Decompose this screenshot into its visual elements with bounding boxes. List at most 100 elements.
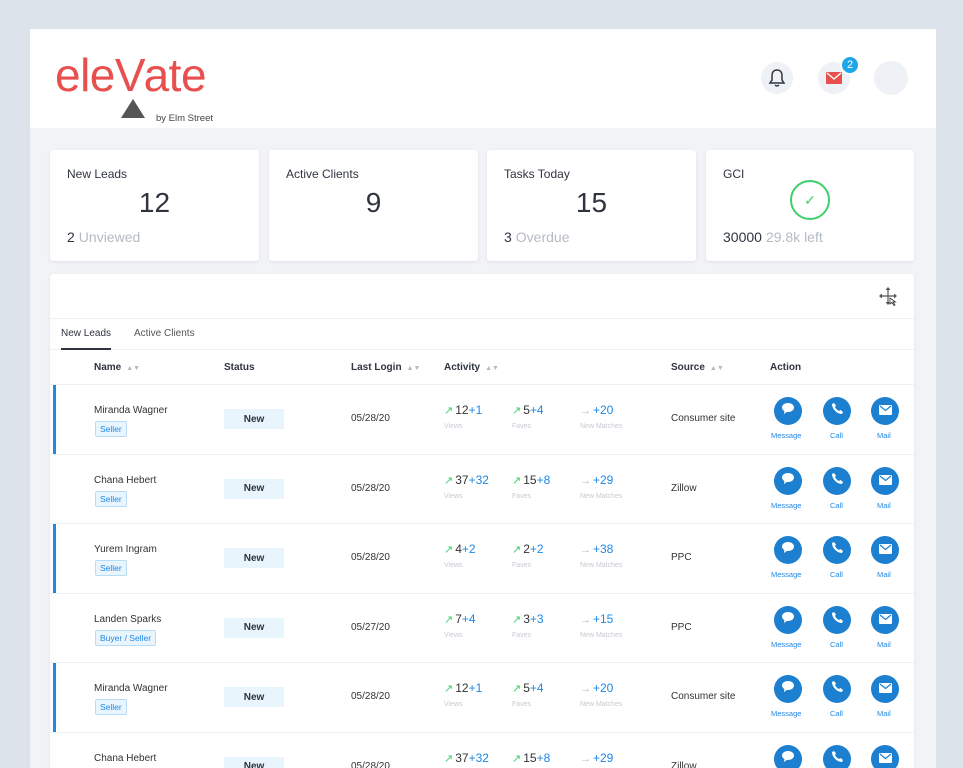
user-avatar[interactable]	[874, 61, 908, 95]
table-header: Name ▲▼ Status Last Login ▲▼ Activity ▲▼ So…	[50, 350, 914, 385]
move-cursor-icon[interactable]	[878, 286, 898, 306]
tab-active-clients[interactable]: Active Clients	[134, 328, 195, 339]
envelope-icon	[878, 402, 892, 420]
call-button[interactable]	[823, 605, 851, 634]
new-leads-card[interactable]: New Leads 12 2 Unviewed	[50, 150, 259, 261]
column-source-header[interactable]: Source ▲▼	[671, 362, 724, 373]
chat-bubble-icon	[781, 750, 795, 768]
table-row[interactable]: Landen Sparks Buyer / Seller New 05/27/2…	[50, 594, 914, 663]
leads-table-body: Miranda Wagner Seller New 05/28/20 ↗ 12+1…	[50, 385, 914, 768]
call-label[interactable]: Call	[830, 709, 843, 718]
lead-name[interactable]: Chana Hebert	[94, 753, 156, 764]
trend-up-icon: ↗	[512, 474, 522, 487]
matches-stat: → +38	[580, 542, 613, 556]
message-label[interactable]: Message	[771, 640, 801, 649]
column-label: Activity	[444, 362, 481, 373]
trend-up-icon: ↗	[444, 613, 454, 626]
matches-stat: → +20	[580, 403, 613, 417]
table-row[interactable]: Miranda Wagner Seller New 05/28/20 ↗ 12+1…	[50, 663, 914, 733]
column-name-header[interactable]: Name ▲▼	[94, 362, 140, 373]
matches-stat: → +20	[580, 681, 613, 695]
active-clients-card[interactable]: Active Clients 9	[269, 150, 478, 261]
logo-triangle	[121, 99, 145, 118]
messages-count-badge: 2	[840, 55, 860, 75]
table-row[interactable]: Miranda Wagner Seller New 05/28/20 ↗ 12+1…	[50, 385, 914, 455]
mail-label[interactable]: Mail	[877, 640, 891, 649]
trend-up-icon: ↗	[444, 474, 454, 487]
message-button[interactable]	[774, 536, 802, 564]
call-button[interactable]	[823, 675, 851, 703]
card-subtext: 3 Overdue	[504, 229, 570, 245]
message-button[interactable]	[774, 675, 802, 703]
call-button[interactable]	[823, 536, 851, 564]
matches-delta: +20	[593, 403, 614, 417]
lead-type-tag: Buyer / Seller	[95, 629, 157, 646]
views-delta: +4	[461, 611, 476, 626]
message-label[interactable]: Message	[771, 570, 801, 579]
call-label[interactable]: Call	[830, 570, 843, 579]
call-button[interactable]	[823, 744, 851, 768]
call-label[interactable]: Call	[830, 431, 843, 440]
lead-name[interactable]: Miranda Wagner	[94, 683, 168, 694]
lead-name[interactable]: Yurem Ingram	[94, 544, 157, 555]
call-label[interactable]: Call	[830, 501, 843, 510]
faves-count: 5	[523, 403, 530, 417]
message-button[interactable]	[774, 466, 802, 495]
mail-button[interactable]	[871, 744, 899, 768]
views-delta: +32	[468, 750, 489, 765]
faves-delta: +3	[529, 611, 544, 626]
mail-button[interactable]	[871, 536, 899, 564]
mail-button[interactable]	[871, 397, 899, 425]
message-label[interactable]: Message	[771, 431, 801, 440]
mail-label[interactable]: Mail	[877, 501, 891, 510]
sort-icon: ▲▼	[126, 365, 141, 372]
card-sub-label: Overdue	[515, 229, 570, 245]
matches-label: New Matches	[580, 562, 623, 569]
tab-new-leads[interactable]: New Leads	[61, 328, 111, 339]
lead-name[interactable]: Chana Hebert	[94, 475, 156, 486]
elevate-logo[interactable]: eleVate by Elm Street	[55, 47, 225, 124]
status-badge: New	[224, 687, 284, 707]
mail-button[interactable]	[871, 605, 899, 634]
message-button[interactable]	[774, 605, 802, 634]
views-stat: ↗ 4+2	[444, 542, 476, 556]
call-label[interactable]: Call	[830, 640, 843, 649]
call-button[interactable]	[823, 466, 851, 495]
message-button[interactable]	[774, 744, 802, 768]
mail-label[interactable]: Mail	[877, 431, 891, 440]
views-stat: ↗ 37+32	[444, 473, 489, 487]
mail-label[interactable]: Mail	[877, 570, 891, 579]
table-row[interactable]: Yurem Ingram Seller New 05/28/20 ↗ 4+2 Vi…	[50, 524, 914, 594]
message-label[interactable]: Message	[771, 501, 801, 510]
top-header: eleVate by Elm Street 2	[30, 29, 936, 128]
lead-source: PPC	[671, 621, 692, 633]
arrow-right-icon: →	[580, 474, 591, 487]
message-button[interactable]	[774, 397, 802, 425]
mail-button[interactable]	[871, 466, 899, 495]
status-badge: New	[224, 548, 284, 568]
chat-bubble-icon	[781, 472, 795, 490]
mail-button[interactable]	[871, 675, 899, 703]
lead-source: Zillow	[671, 760, 697, 768]
gci-card[interactable]: GCI ✓ 30000 29.8k left	[706, 150, 914, 261]
last-login-date: 05/28/20	[351, 760, 390, 768]
tasks-today-card[interactable]: Tasks Today 15 3 Overdue	[487, 150, 696, 261]
call-button[interactable]	[823, 397, 851, 425]
column-activity-header[interactable]: Activity ▲▼	[444, 362, 499, 373]
lead-name[interactable]: Miranda Wagner	[94, 405, 168, 416]
card-sub-value: 2	[67, 229, 75, 245]
card-sub-label: Unviewed	[78, 229, 141, 245]
table-row[interactable]: Chana Hebert Seller New 05/28/20 ↗37+32 …	[50, 455, 914, 524]
views-count: 37	[455, 750, 469, 765]
notifications-button[interactable]	[761, 62, 793, 94]
table-row[interactable]: Chana Hebert Seller New 05/28/20 ↗37+32 …	[50, 733, 914, 768]
message-label[interactable]: Message	[771, 709, 801, 718]
column-last-login-header[interactable]: Last Login ▲▼	[351, 362, 420, 373]
lead-name[interactable]: Landen Sparks	[94, 614, 161, 625]
faves-delta: +8	[536, 472, 551, 487]
views-delta: +2	[461, 542, 476, 556]
lead-source: PPC	[671, 552, 692, 563]
trend-up-icon: ↗	[512, 544, 522, 556]
mail-label[interactable]: Mail	[877, 709, 891, 718]
panel-toolbar	[50, 274, 914, 319]
